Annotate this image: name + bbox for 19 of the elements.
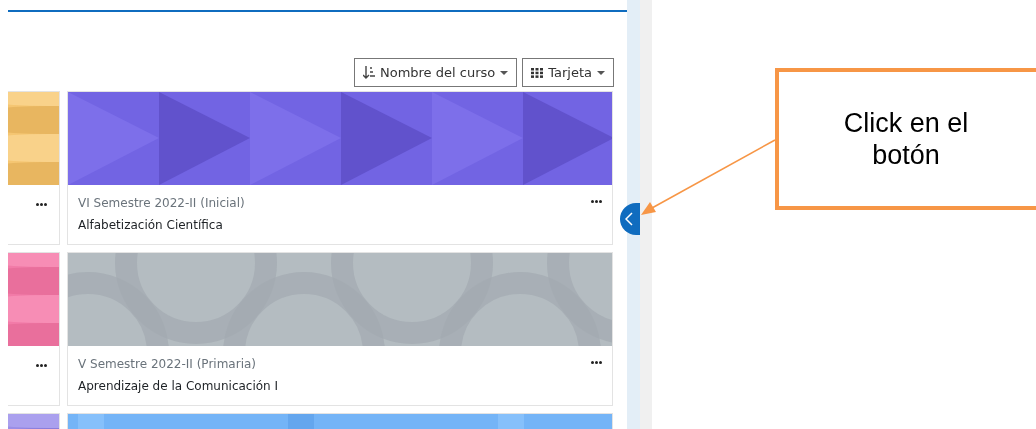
more-icon[interactable]	[591, 361, 602, 364]
drawer-toggle-button[interactable]	[620, 203, 640, 235]
caret-icon	[597, 70, 605, 75]
more-icon[interactable]	[591, 200, 602, 203]
course-card[interactable]: V Semestre 2022-II (Primaria) Aprendizaje de la Comunicación I	[67, 252, 613, 406]
caret-icon	[500, 70, 509, 75]
grid-icon	[531, 67, 544, 78]
course-category: VI Semestre 2022-II (Inicial)	[78, 196, 245, 210]
course-name[interactable]: Aprendizaje de la Comunicación I	[78, 379, 279, 393]
more-icon[interactable]	[36, 203, 47, 206]
view-dropdown[interactable]: Tarjeta	[522, 58, 614, 87]
course-category: V Semestre 2022-II (Primaria)	[78, 357, 257, 371]
more-icon[interactable]	[36, 364, 47, 367]
callout-text: Click en el botón	[842, 106, 970, 172]
course-name[interactable]: Alfabetización Científica	[78, 218, 245, 232]
course-card[interactable]: VI Semestre 2022-II (Inicial) Alfabetización Científica	[67, 91, 613, 245]
sort-dropdown[interactable]: Nombre del curso	[353, 58, 518, 87]
chevron-left-icon	[625, 212, 633, 226]
sort-icon	[362, 66, 375, 79]
